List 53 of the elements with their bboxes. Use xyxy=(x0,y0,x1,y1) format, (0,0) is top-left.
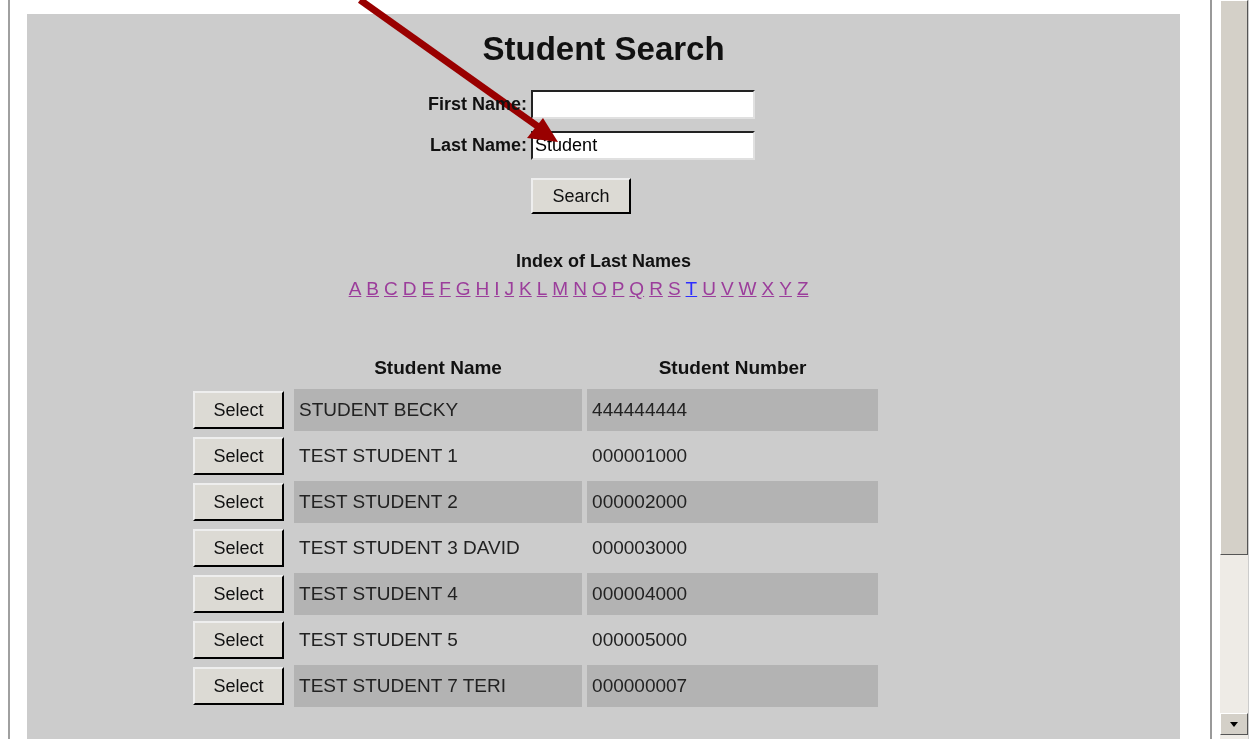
letter-link[interactable]: J xyxy=(504,278,515,300)
scroll-thumb[interactable] xyxy=(1220,0,1249,555)
letter-link[interactable]: C xyxy=(384,278,398,300)
letter-link[interactable]: K xyxy=(519,278,532,300)
letter-link[interactable]: Q xyxy=(629,278,645,300)
index-heading: Index of Last Names xyxy=(516,251,692,272)
letter-link[interactable]: B xyxy=(366,278,379,300)
name-field[interactable]: Student xyxy=(531,131,756,160)
letter-link[interactable]: R xyxy=(649,278,663,300)
letter-link[interactable]: L xyxy=(536,278,548,300)
letter-link[interactable]: G xyxy=(455,278,471,300)
select-button[interactable]: Select xyxy=(193,529,285,567)
letter-link[interactable]: F xyxy=(439,278,451,300)
select-button[interactable]: Select xyxy=(193,575,285,613)
scroll-down-button[interactable] xyxy=(1220,713,1249,735)
down-arrow-icon xyxy=(1230,721,1239,727)
letter-link[interactable]: A xyxy=(348,278,362,300)
table-cell: 000002000 xyxy=(587,481,879,523)
select-button[interactable]: Select xyxy=(193,483,285,521)
letter-link[interactable]: T xyxy=(685,278,698,300)
table-cell: 000004000 xyxy=(587,573,879,615)
field-label: Last Name: xyxy=(429,135,528,156)
letter-link[interactable]: X xyxy=(761,278,775,300)
letter-link[interactable]: O xyxy=(591,278,607,300)
letter-link[interactable]: M xyxy=(552,278,569,300)
letter-link[interactable]: E xyxy=(421,278,435,300)
table-cell: STUDENT BECKY xyxy=(294,389,583,431)
scrollbar[interactable] xyxy=(1220,0,1250,739)
page-title: Student Search xyxy=(482,30,725,68)
select-button[interactable]: Select xyxy=(193,437,285,475)
letter-link[interactable]: Y xyxy=(779,278,792,300)
letter-link[interactable]: U xyxy=(702,278,716,300)
letter-link[interactable]: V xyxy=(720,278,734,300)
table-cell: TEST STUDENT 4 xyxy=(294,573,583,615)
table-cell: TEST STUDENT 7 TERI xyxy=(294,665,583,707)
letter-link[interactable]: P xyxy=(611,278,625,300)
table-cell: 444444444 xyxy=(587,389,879,431)
letter-link[interactable]: D xyxy=(402,278,417,300)
letter-link[interactable]: H xyxy=(475,278,490,300)
letter-link[interactable]: W xyxy=(738,278,757,300)
letter-link[interactable]: Z xyxy=(796,278,809,300)
select-button[interactable]: Select xyxy=(193,621,285,659)
select-button[interactable]: Select xyxy=(193,667,285,705)
column-header: Student Name xyxy=(373,357,503,380)
letter-link[interactable]: N xyxy=(573,278,587,300)
letter-link[interactable]: S xyxy=(667,278,681,300)
table-cell: 000000007 xyxy=(587,665,879,707)
column-header: Student Number xyxy=(657,357,808,380)
select-button[interactable]: Select xyxy=(193,391,285,429)
table-cell: TEST STUDENT 2 xyxy=(294,481,583,523)
name-field[interactable] xyxy=(531,90,756,119)
letter-link[interactable]: I xyxy=(494,278,500,300)
search-button[interactable]: Search xyxy=(531,178,632,214)
